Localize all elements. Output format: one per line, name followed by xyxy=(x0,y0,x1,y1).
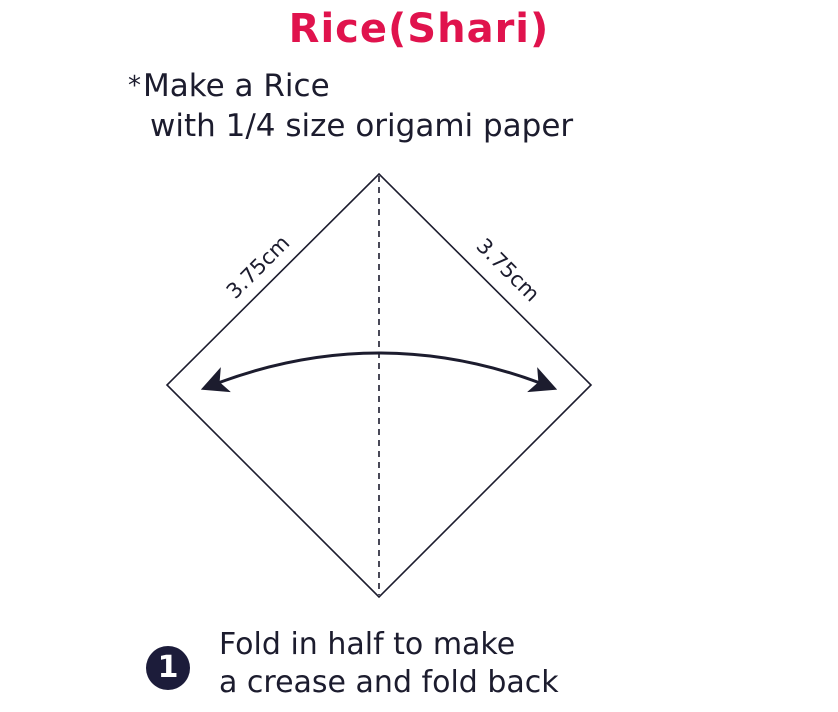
step-number-badge: 1 xyxy=(146,646,190,690)
step-line-1: Fold in half to make xyxy=(219,627,516,662)
step-instruction: 1 Fold in half to make a crease and fold… xyxy=(146,626,559,702)
step-line-2: a crease and fold back xyxy=(219,665,559,700)
fold-diagram: 3.75cm 3.75cm xyxy=(165,172,593,599)
step-text: Fold in half to make a crease and fold b… xyxy=(219,626,559,702)
